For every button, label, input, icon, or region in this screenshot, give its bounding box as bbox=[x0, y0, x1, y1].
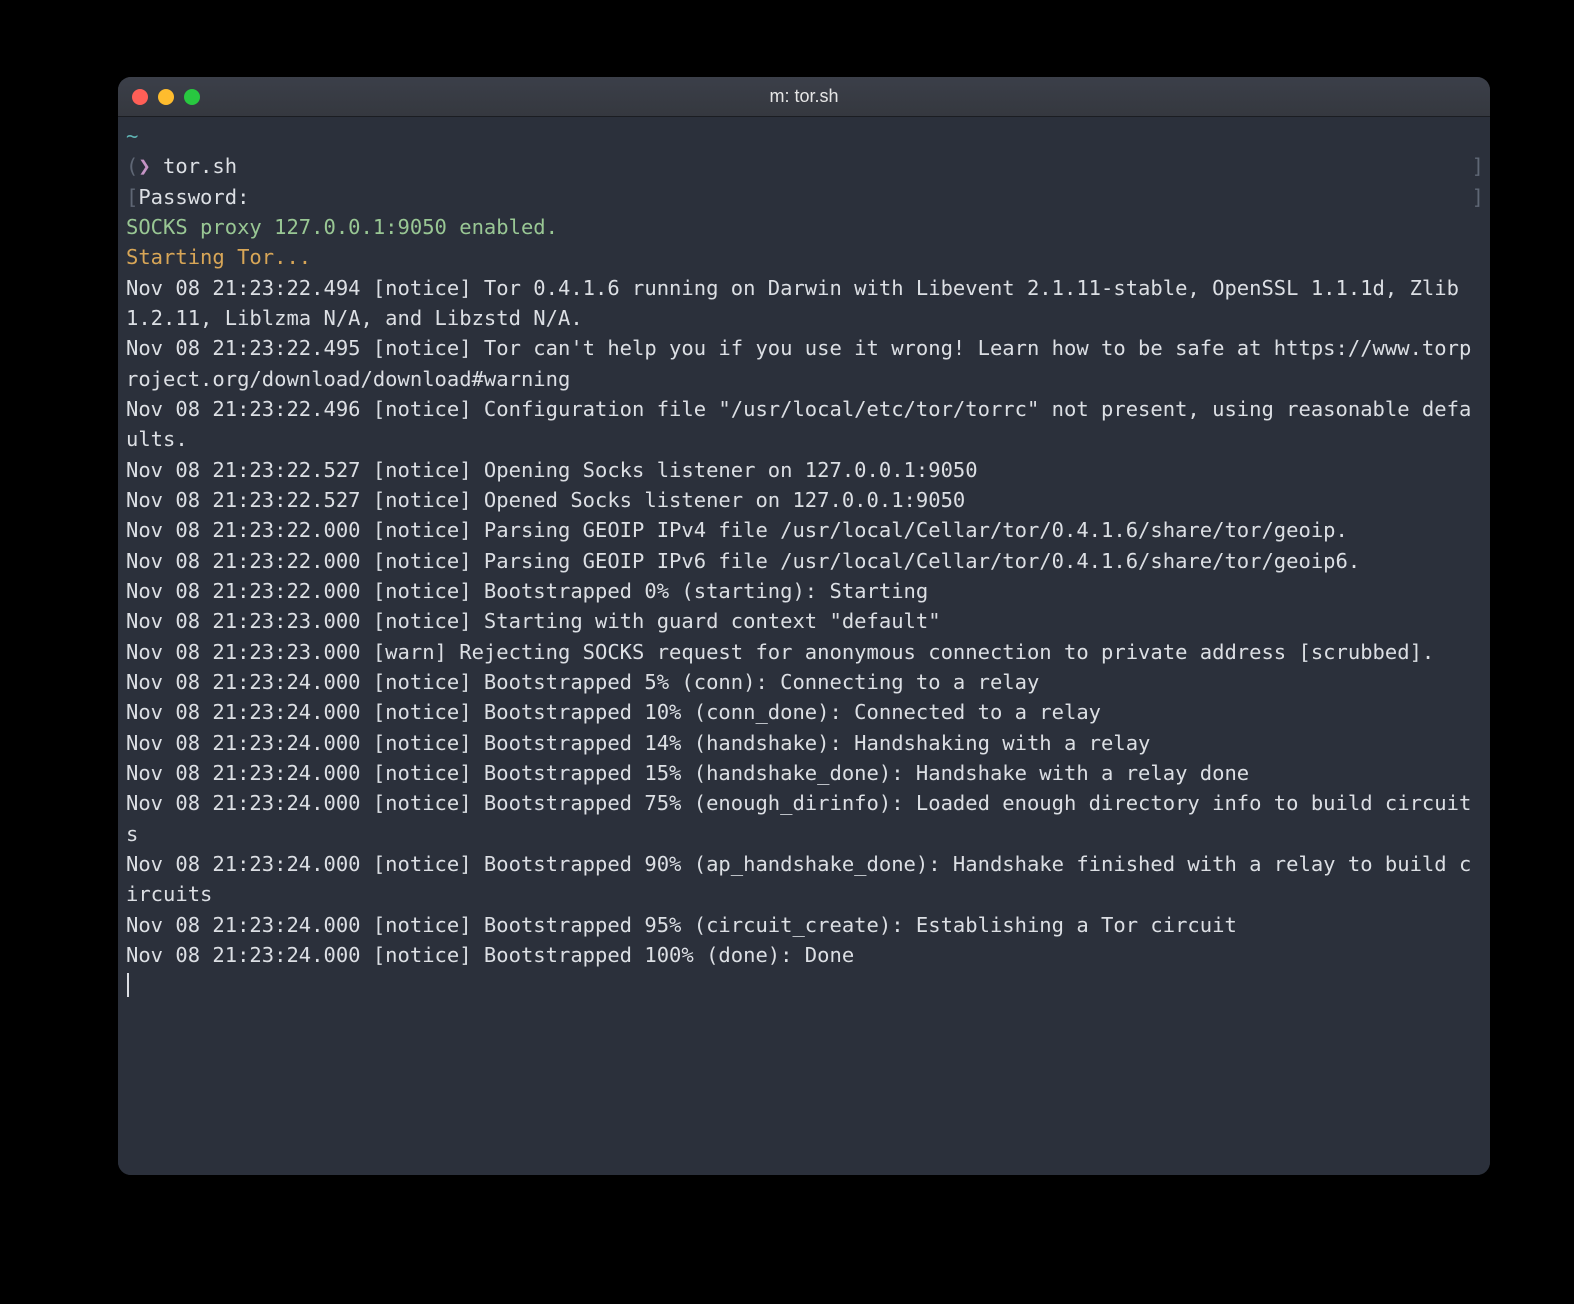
titlebar[interactable]: m: tor.sh bbox=[118, 77, 1490, 117]
password-close-bracket: ] bbox=[1472, 182, 1484, 212]
starting-tor-line: Starting Tor... bbox=[126, 242, 1482, 272]
desktop: m: tor.sh ~(❯ tor.sh][Password:]SOCKS pr… bbox=[0, 0, 1574, 1304]
log-line: Nov 08 21:23:24.000 [notice] Bootstrappe… bbox=[126, 940, 1482, 970]
prompt-close-bracket: ] bbox=[1472, 151, 1484, 181]
log-line: Nov 08 21:23:24.000 [notice] Bootstrappe… bbox=[126, 849, 1482, 910]
password-prompt-line: [Password:] bbox=[126, 182, 1482, 212]
log-line: Nov 08 21:23:22.000 [notice] Bootstrappe… bbox=[126, 576, 1482, 606]
log-line: Nov 08 21:23:22.496 [notice] Configurati… bbox=[126, 394, 1482, 455]
zoom-icon[interactable] bbox=[184, 89, 200, 105]
log-line: Nov 08 21:23:22.495 [notice] Tor can't h… bbox=[126, 333, 1482, 394]
log-line: Nov 08 21:23:22.527 [notice] Opened Sock… bbox=[126, 485, 1482, 515]
log-line: Nov 08 21:23:22.000 [notice] Parsing GEO… bbox=[126, 546, 1482, 576]
log-line: Nov 08 21:23:24.000 [notice] Bootstrappe… bbox=[126, 667, 1482, 697]
terminal-window[interactable]: m: tor.sh ~(❯ tor.sh][Password:]SOCKS pr… bbox=[118, 77, 1490, 1175]
terminal-body[interactable]: ~(❯ tor.sh][Password:]SOCKS proxy 127.0.… bbox=[118, 117, 1490, 1175]
log-line: Nov 08 21:23:22.494 [notice] Tor 0.4.1.6… bbox=[126, 273, 1482, 334]
prompt-open-bracket: ( bbox=[126, 154, 138, 178]
log-line: Nov 08 21:23:23.000 [notice] Starting wi… bbox=[126, 606, 1482, 636]
log-line-warn: Nov 08 21:23:23.000 [warn] Rejecting SOC… bbox=[126, 637, 1482, 667]
log-line: Nov 08 21:23:22.527 [notice] Opening Soc… bbox=[126, 455, 1482, 485]
socks-enabled-line: SOCKS proxy 127.0.0.1:9050 enabled. bbox=[126, 212, 1482, 242]
close-icon[interactable] bbox=[132, 89, 148, 105]
minimize-icon[interactable] bbox=[158, 89, 174, 105]
cwd-path: ~ bbox=[126, 121, 1482, 151]
log-line: Nov 08 21:23:24.000 [notice] Bootstrappe… bbox=[126, 788, 1482, 849]
password-open-bracket: [ bbox=[126, 185, 138, 209]
window-title: m: tor.sh bbox=[118, 86, 1490, 107]
prompt-line-1: (❯ tor.sh] bbox=[126, 151, 1482, 181]
typed-command: tor.sh bbox=[163, 154, 237, 178]
log-line: Nov 08 21:23:24.000 [notice] Bootstrappe… bbox=[126, 758, 1482, 788]
log-line: Nov 08 21:23:22.000 [notice] Parsing GEO… bbox=[126, 515, 1482, 545]
traffic-lights bbox=[132, 89, 200, 105]
cursor-icon bbox=[127, 973, 129, 997]
password-label: Password: bbox=[138, 185, 249, 209]
log-line: Nov 08 21:23:24.000 [notice] Bootstrappe… bbox=[126, 697, 1482, 727]
log-line: Nov 08 21:23:24.000 [notice] Bootstrappe… bbox=[126, 728, 1482, 758]
log-line: Nov 08 21:23:24.000 [notice] Bootstrappe… bbox=[126, 910, 1482, 940]
prompt-arrow-icon: ❯ bbox=[138, 154, 150, 178]
